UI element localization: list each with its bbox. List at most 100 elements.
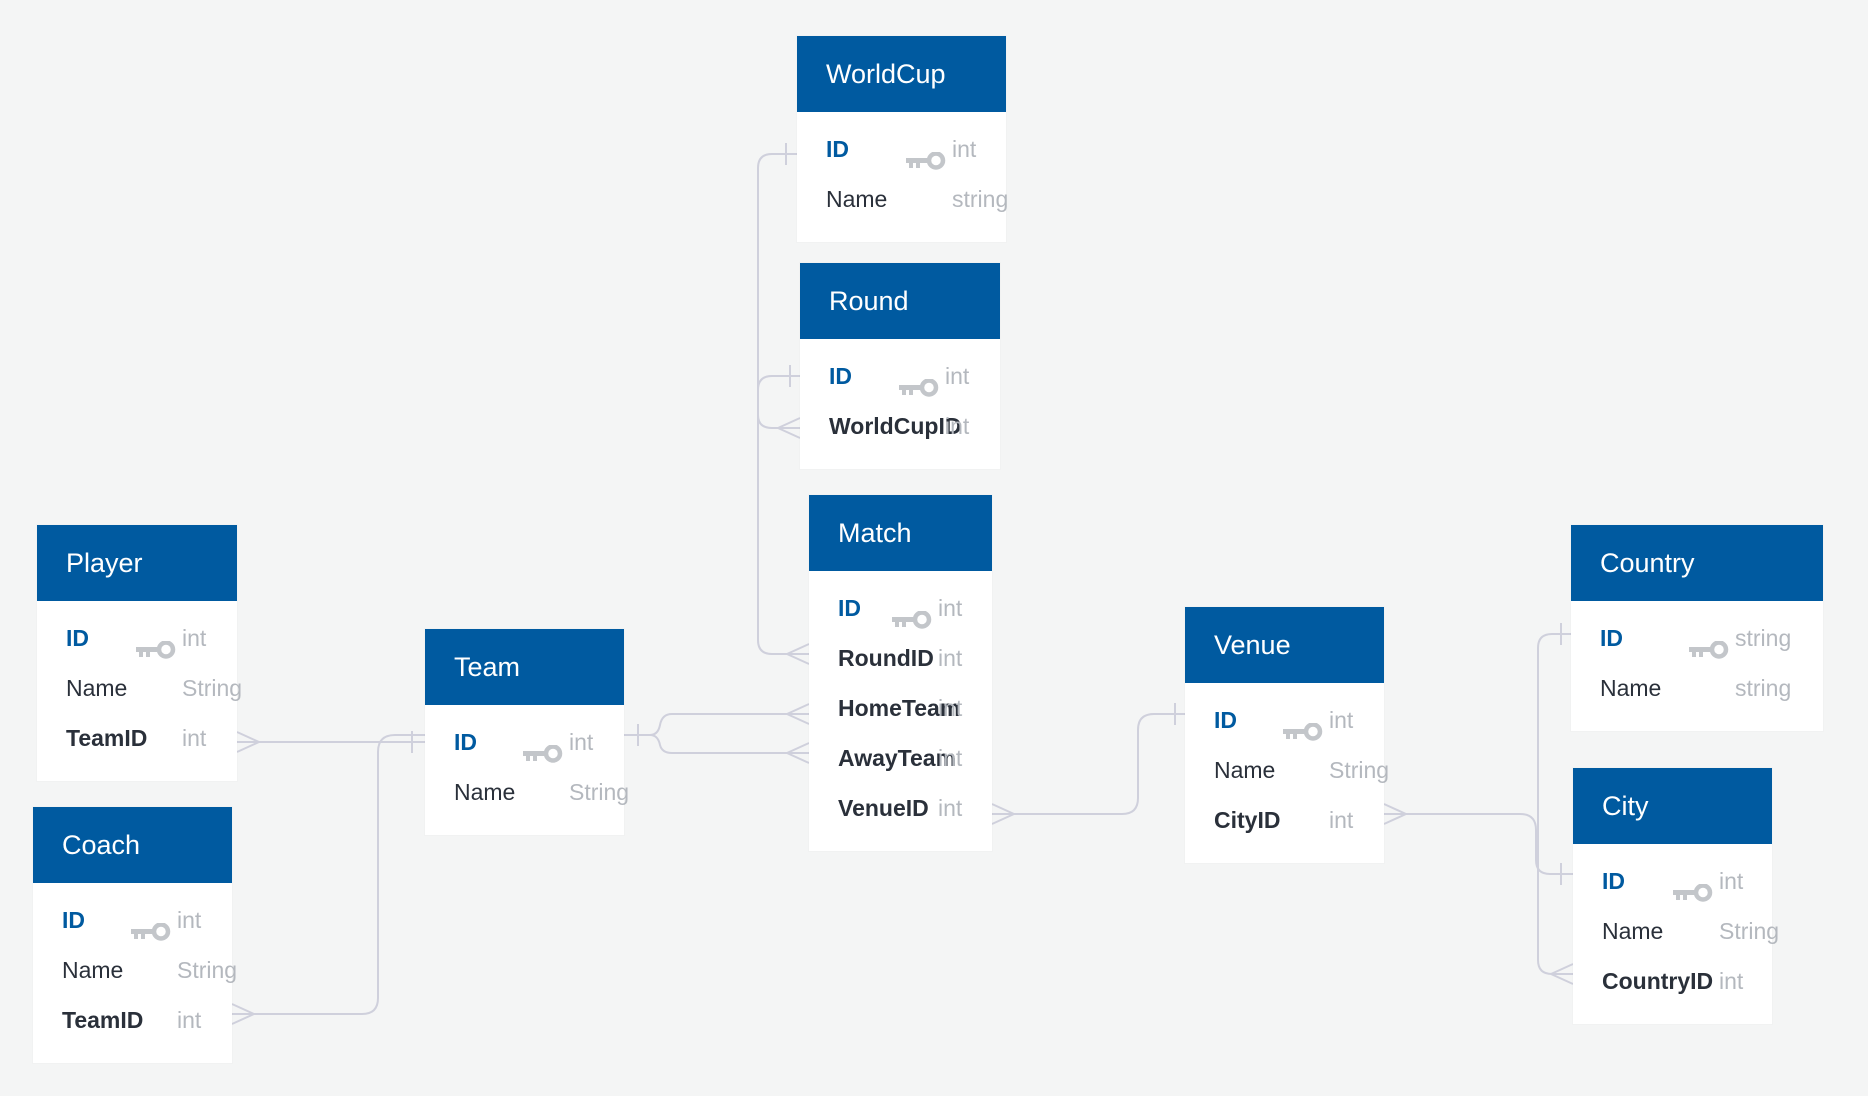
entity-city[interactable]: City ID int Name String CountryID int — [1573, 768, 1780, 1024]
entity-title: Player — [37, 525, 237, 601]
field-name: ID — [829, 363, 852, 389]
many-marker-player-teamid — [236, 731, 260, 753]
entity-worldcup[interactable]: WorldCup ID int Name string — [797, 36, 1008, 242]
entity-match[interactable]: Match ID int RoundID int HomeTeam int AwayTeam i… — [809, 495, 992, 851]
field-name: RoundID — [838, 645, 934, 671]
field-name: Name — [1602, 918, 1664, 944]
many-marker-match-hometeam — [786, 703, 810, 725]
field-type: int — [182, 625, 207, 651]
field-row[interactable]: WorldCupID int — [800, 401, 1000, 451]
entity-title: Team — [425, 629, 624, 705]
field-type: int — [177, 907, 202, 933]
entity-title: Coach — [33, 807, 232, 883]
field-type: string — [1735, 625, 1792, 651]
field-row[interactable]: TeamID int — [33, 995, 232, 1045]
entity-title: Round — [800, 263, 1000, 339]
field-row[interactable]: ID int — [37, 613, 237, 663]
field-type: int — [1329, 807, 1354, 833]
entity-fields: ID int Name String CityID int — [1185, 683, 1390, 863]
field-row[interactable]: Name String — [425, 767, 630, 817]
entity-fields: ID int Name string — [797, 112, 1008, 242]
link-match-venue — [992, 713, 1185, 815]
field-row[interactable]: Name string — [797, 174, 1008, 224]
field-name: CityID — [1214, 807, 1281, 833]
field-name: ID — [838, 595, 861, 621]
primary-key-icon — [131, 910, 171, 941]
field-row[interactable]: ID int — [809, 583, 992, 633]
field-type: int — [938, 595, 963, 621]
field-row[interactable]: HomeTeam int — [809, 683, 992, 733]
entity-fields: ID int Name String CountryID int — [1573, 844, 1780, 1024]
field-row[interactable]: CountryID int — [1573, 956, 1772, 1006]
field-row[interactable]: RoundID int — [809, 633, 992, 683]
entity-title: Venue — [1185, 607, 1384, 683]
field-type: int — [938, 795, 963, 821]
field-name: Name — [62, 957, 124, 983]
field-name: ID — [1602, 868, 1625, 894]
field-row[interactable]: ID int — [800, 351, 1000, 401]
field-row[interactable]: Name String — [1185, 745, 1390, 795]
field-row[interactable]: CityID int — [1185, 795, 1384, 845]
field-name: ID — [826, 136, 849, 162]
primary-key-icon — [136, 628, 176, 659]
field-type: String — [1329, 757, 1390, 783]
field-name: CountryID — [1602, 968, 1714, 994]
field-type: int — [938, 645, 963, 671]
field-type: String — [569, 779, 630, 805]
field-row[interactable]: ID int — [1185, 695, 1384, 745]
field-row[interactable]: ID string — [1571, 613, 1823, 663]
field-row[interactable]: Name String — [1573, 906, 1780, 956]
field-name: ID — [454, 729, 477, 755]
field-name: ID — [62, 907, 85, 933]
field-row[interactable]: AwayTeam int — [809, 733, 992, 783]
entity-venue[interactable]: Venue ID int Name String CityID int — [1185, 607, 1390, 863]
many-marker-match-venueid — [991, 803, 1015, 825]
link-city-country — [1537, 633, 1573, 975]
many-marker-match-awayteam — [786, 742, 810, 764]
field-row[interactable]: ID int — [797, 124, 1006, 174]
field-name: ID — [1214, 707, 1237, 733]
entity-title: City — [1573, 768, 1772, 844]
field-name: TeamID — [66, 725, 148, 751]
field-type: int — [938, 745, 963, 771]
entity-title: Match — [809, 495, 992, 571]
field-row[interactable]: ID int — [425, 717, 624, 767]
link-coach-team — [232, 734, 425, 1015]
many-marker-coach-teamid — [231, 1003, 255, 1025]
entity-team[interactable]: Team ID int Name String — [425, 629, 630, 835]
field-name: ID — [66, 625, 89, 651]
field-name: Name — [454, 779, 516, 805]
field-row[interactable]: TeamID int — [37, 713, 237, 763]
field-row[interactable]: Name String — [33, 945, 237, 995]
field-type: int — [945, 413, 970, 439]
entity-fields: ID int Name String TeamID int — [37, 601, 243, 781]
primary-key-icon — [1673, 871, 1713, 902]
field-row[interactable]: ID int — [1573, 856, 1772, 906]
field-name: Name — [1600, 675, 1662, 701]
primary-key-icon — [906, 139, 946, 170]
field-type: int — [1719, 968, 1744, 994]
entity-fields: ID string Name string — [1571, 601, 1823, 731]
entity-country[interactable]: Country ID string Name string — [1571, 525, 1823, 731]
field-type: int — [1329, 707, 1354, 733]
field-row[interactable]: Name String — [37, 663, 243, 713]
entity-coach[interactable]: Coach ID int Name String TeamID int — [33, 807, 237, 1063]
field-type: String — [1719, 918, 1780, 944]
field-type: String — [182, 675, 243, 701]
field-name: WorldCupID — [829, 413, 962, 439]
entity-player[interactable]: Player ID int Name String TeamID int — [37, 525, 243, 781]
field-type: string — [1735, 675, 1792, 701]
many-marker-venue-cityid — [1383, 803, 1407, 825]
field-row[interactable]: Name string — [1571, 663, 1823, 713]
field-row[interactable]: VenueID int — [809, 783, 992, 833]
entity-fields: ID int WorldCupID int — [800, 339, 1000, 469]
entity-fields: ID int Name String TeamID int — [33, 883, 237, 1063]
link-team-hometeam — [624, 713, 809, 736]
entity-title: Country — [1571, 525, 1823, 601]
entity-round[interactable]: Round ID int WorldCupID int — [800, 263, 1000, 469]
link-team-awayteam — [649, 734, 809, 754]
primary-key-icon — [892, 598, 932, 629]
entity-title: WorldCup — [797, 36, 1006, 112]
field-row[interactable]: ID int — [33, 895, 232, 945]
field-type: int — [952, 136, 977, 162]
